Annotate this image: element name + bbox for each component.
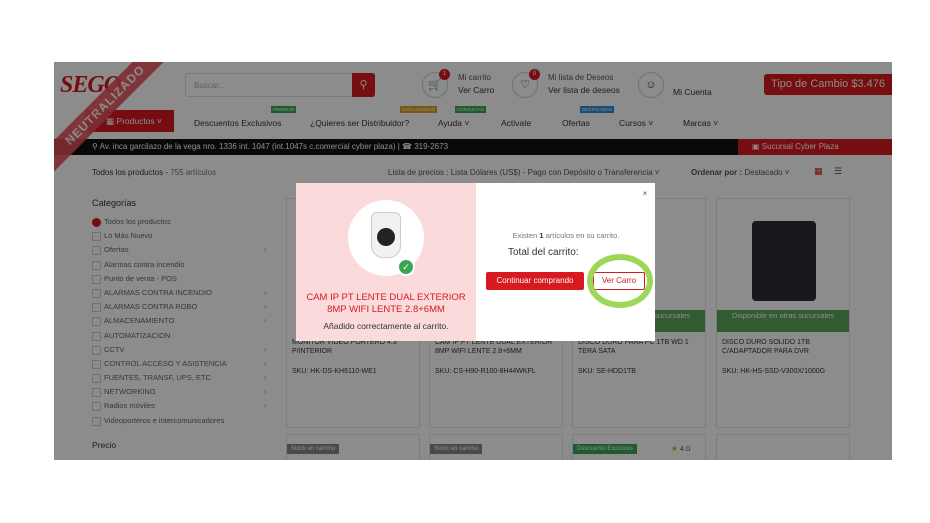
browser-viewport: SEGO Buscar... ⚲ 🛒 1 Mi carrito Ver Carr… — [54, 62, 892, 460]
added-product-panel: ✓ CAM IP PT LENTE DUAL EXTERIOR 8MP WIFI… — [296, 183, 476, 341]
view-cart-highlight-ring — [587, 254, 653, 308]
cart-total-label: Total del carrito: — [508, 247, 579, 258]
continue-shopping-button[interactable]: Continuar comprando — [486, 272, 584, 290]
check-icon: ✓ — [397, 258, 415, 276]
close-icon[interactable]: × — [640, 189, 650, 199]
added-to-cart-modal: ✓ CAM IP PT LENTE DUAL EXTERIOR 8MP WIFI… — [296, 183, 655, 341]
added-confirmation: Añadido correctamente al carrito. — [323, 321, 449, 331]
added-product-name: CAM IP PT LENTE DUAL EXTERIOR 8MP WIFI L… — [306, 292, 466, 315]
camera-lens-icon — [377, 228, 395, 246]
cart-items-count: Existen 1 artículos en su carrito. — [512, 231, 620, 240]
